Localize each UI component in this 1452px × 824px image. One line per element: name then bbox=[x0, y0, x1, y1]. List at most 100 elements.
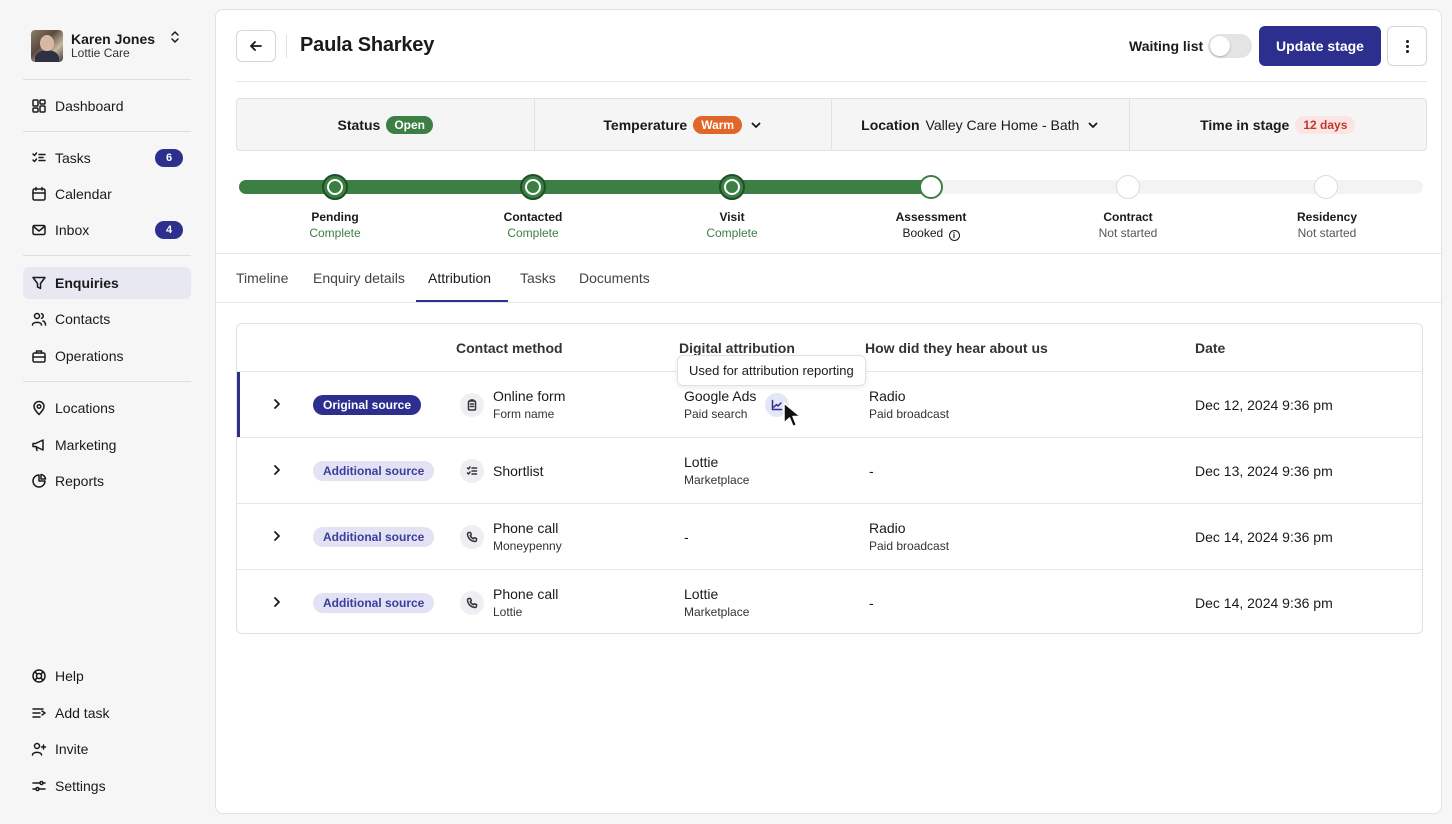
location-pin-icon bbox=[31, 400, 47, 416]
time-in-stage-badge: 12 days bbox=[1295, 115, 1356, 134]
temperature-badge: Warm bbox=[693, 115, 743, 134]
nav-settings[interactable]: Settings bbox=[23, 770, 191, 802]
row-date: Dec 14, 2024 9:36 pm bbox=[1195, 595, 1333, 611]
nav-contacts[interactable]: Contacts bbox=[23, 303, 191, 335]
help-icon bbox=[31, 668, 47, 684]
table-row[interactable]: Additional source Phone call Moneypenny … bbox=[237, 503, 1422, 569]
sidebar: Karen Jones Lottie Care Dashboard Tasks … bbox=[0, 0, 214, 824]
table-row[interactable]: Additional source Shortlist Lottie Marke… bbox=[237, 437, 1422, 503]
chevron-down-icon bbox=[1087, 119, 1099, 131]
stage-status: Booked bbox=[902, 226, 944, 240]
tab-enquiry-details[interactable]: Enquiry details bbox=[313, 270, 405, 304]
column-header: Digital attribution bbox=[679, 340, 795, 356]
stage-contract: Contract Not started bbox=[1058, 209, 1198, 241]
nav-locations[interactable]: Locations bbox=[23, 392, 191, 424]
stage-node-residency bbox=[1314, 175, 1338, 199]
back-arrow-icon bbox=[250, 41, 262, 51]
more-vertical-icon bbox=[1405, 44, 1409, 48]
location-cell[interactable]: Location Valley Care Home - Bath bbox=[832, 99, 1130, 150]
user-org: Lottie Care bbox=[71, 46, 130, 61]
info-icon[interactable]: i bbox=[948, 230, 960, 241]
contact-method: Online form bbox=[493, 388, 566, 404]
stage-status: Not started bbox=[1098, 226, 1158, 240]
nav-dashboard[interactable]: Dashboard bbox=[23, 90, 191, 122]
nav-invite[interactable]: Invite bbox=[23, 733, 191, 765]
chevron-right-icon[interactable] bbox=[271, 595, 283, 614]
attribution-table: Contact method Digital attribution How d… bbox=[236, 323, 1423, 634]
stage-name: Pending bbox=[311, 210, 359, 224]
filter-icon bbox=[31, 275, 47, 291]
inbox-icon bbox=[31, 222, 47, 238]
enquiry-summary-bar: Status Open Temperature Warm Location Va… bbox=[236, 98, 1427, 151]
phone-icon bbox=[460, 591, 484, 615]
chevron-down-icon bbox=[750, 119, 762, 131]
enquiry-panel: Paula Sharkey Waiting list Update stage … bbox=[215, 9, 1442, 814]
nav-help[interactable]: Help bbox=[23, 660, 191, 692]
digital-attribution-detail: Marketplace bbox=[684, 473, 750, 487]
update-stage-button[interactable]: Update stage bbox=[1259, 26, 1381, 66]
nav-label: Help bbox=[55, 668, 84, 684]
more-options-button[interactable] bbox=[1387, 26, 1427, 66]
nav-marketing[interactable]: Marketing bbox=[23, 429, 191, 461]
nav-inbox[interactable]: Inbox 4 bbox=[23, 214, 191, 246]
stage-visit: Visit Complete bbox=[662, 209, 802, 241]
table-row[interactable]: Additional source Phone call Lottie Lott… bbox=[237, 569, 1422, 633]
attribution-tooltip: Used for attribution reporting bbox=[677, 355, 866, 386]
add-task-icon bbox=[31, 705, 47, 721]
settings-icon bbox=[31, 778, 47, 794]
heard-about-us: - bbox=[869, 463, 874, 479]
waiting-list-toggle[interactable] bbox=[1208, 34, 1252, 58]
stage-status: Complete bbox=[706, 226, 758, 240]
column-header: Contact method bbox=[456, 340, 563, 356]
chevron-right-icon[interactable] bbox=[271, 397, 283, 416]
user-name: Karen Jones bbox=[71, 30, 156, 47]
stage-node-assessment bbox=[919, 175, 943, 199]
chevron-right-icon[interactable] bbox=[271, 463, 283, 482]
tab-tasks[interactable]: Tasks bbox=[520, 270, 556, 304]
contact-method-detail: Lottie bbox=[493, 605, 523, 619]
tab-documents[interactable]: Documents bbox=[579, 270, 650, 304]
stage-pending: Pending Complete bbox=[265, 209, 405, 241]
divider bbox=[23, 381, 191, 382]
nav-calendar[interactable]: Calendar bbox=[23, 178, 191, 210]
nav-label: Marketing bbox=[55, 437, 117, 453]
row-date: Dec 14, 2024 9:36 pm bbox=[1195, 529, 1333, 545]
megaphone-icon bbox=[31, 437, 47, 453]
nav-enquiries[interactable]: Enquiries bbox=[23, 267, 191, 299]
user-switcher[interactable]: Karen Jones Lottie Care bbox=[31, 29, 191, 63]
clipboard-icon bbox=[460, 393, 484, 417]
digital-attribution-detail: Marketplace bbox=[684, 605, 750, 619]
operations-icon bbox=[31, 348, 47, 364]
nav-operations[interactable]: Operations bbox=[23, 340, 191, 372]
contact-method: Phone call bbox=[493, 520, 559, 536]
row-date: Dec 13, 2024 9:36 pm bbox=[1195, 463, 1333, 479]
divider bbox=[216, 302, 1441, 303]
source-badge: Original source bbox=[313, 395, 422, 415]
tab-attribution[interactable]: Attribution bbox=[428, 270, 491, 304]
nav-add-task[interactable]: Add task bbox=[23, 697, 191, 729]
contact-method-detail: Moneypenny bbox=[493, 539, 562, 553]
nav-label: Reports bbox=[55, 473, 105, 489]
tasks-icon bbox=[31, 150, 47, 166]
avatar bbox=[31, 30, 63, 62]
tab-timeline[interactable]: Timeline bbox=[236, 270, 288, 304]
nav-tasks[interactable]: Tasks 6 bbox=[23, 142, 191, 174]
digital-attribution: Lottie bbox=[684, 454, 719, 470]
stage-node-contacted bbox=[520, 174, 546, 200]
divider bbox=[236, 81, 1427, 82]
waiting-list-label: Waiting list bbox=[1129, 38, 1204, 54]
nav-reports[interactable]: Reports bbox=[23, 465, 191, 497]
stage-name: Assessment bbox=[895, 210, 967, 224]
nav-label: Operations bbox=[55, 348, 124, 364]
invite-icon bbox=[31, 741, 47, 757]
back-button[interactable] bbox=[236, 30, 276, 62]
cursor-icon bbox=[782, 401, 806, 436]
source-badge: Additional source bbox=[313, 527, 435, 547]
row-date: Dec 12, 2024 9:36 pm bbox=[1195, 397, 1333, 413]
chevron-right-icon[interactable] bbox=[271, 529, 283, 548]
status-badge: Open bbox=[386, 115, 433, 134]
nav-label: Inbox bbox=[55, 222, 90, 238]
temperature-cell[interactable]: Temperature Warm bbox=[535, 99, 832, 150]
heard-about-us: Radio bbox=[869, 388, 906, 404]
phone-icon bbox=[460, 525, 484, 549]
